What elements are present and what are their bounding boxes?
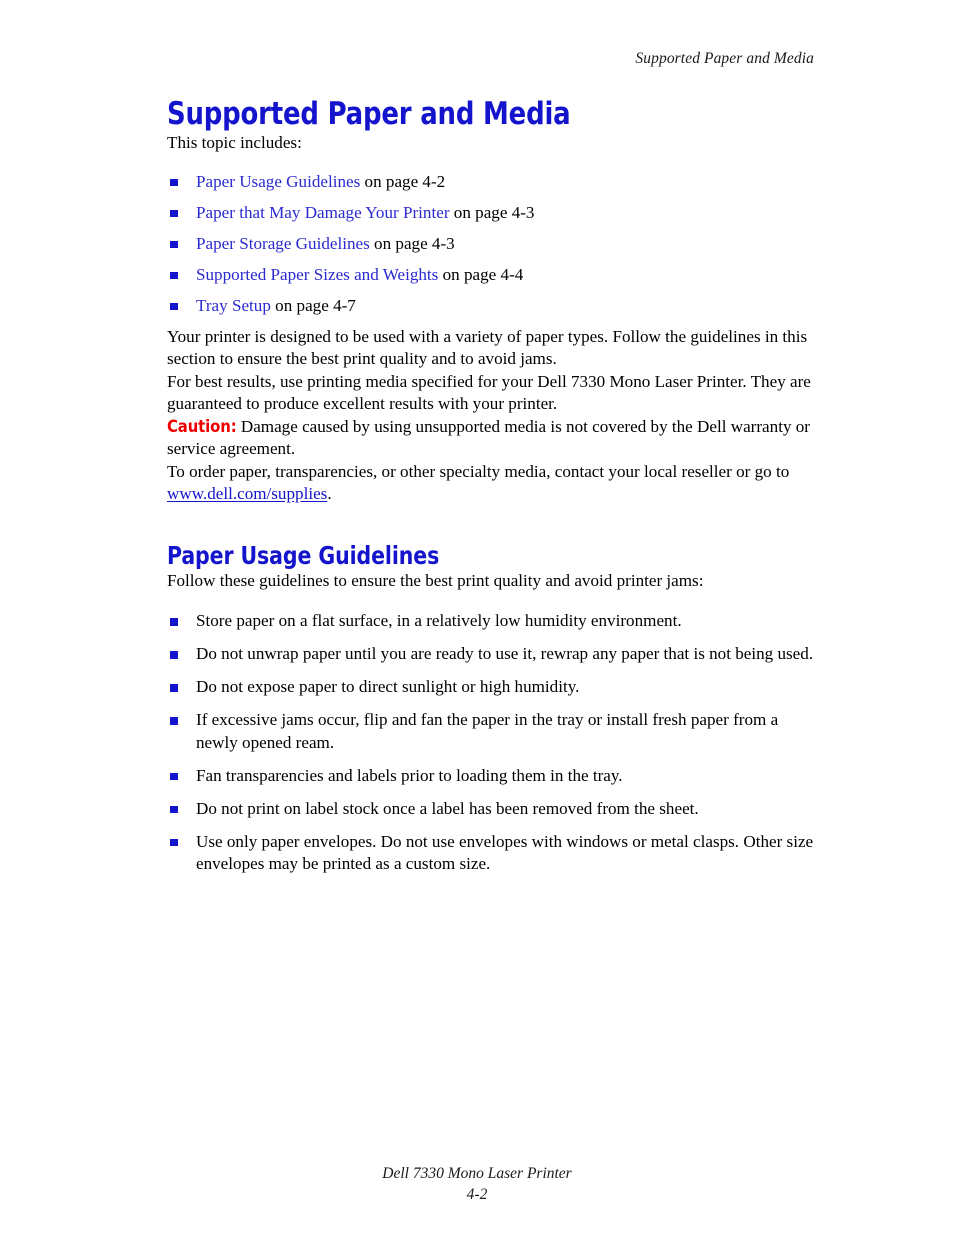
toc-link-paper-usage-guidelines[interactable]: Paper Usage Guidelines xyxy=(196,172,360,191)
list-item: Paper that May Damage Your Printer on pa… xyxy=(167,202,822,225)
guideline-text: If excessive jams occur, flip and fan th… xyxy=(196,710,779,752)
toc-link-tray-setup[interactable]: Tray Setup xyxy=(196,296,271,315)
square-bullet-icon xyxy=(170,178,178,186)
guideline-text: Do not print on label stock once a label… xyxy=(196,798,699,818)
square-bullet-icon xyxy=(170,684,178,692)
list-item: Store paper on a flat surface, in a rela… xyxy=(167,610,822,633)
toc-link-supported-paper-sizes-and-weights[interactable]: Supported Paper Sizes and Weights xyxy=(196,265,438,284)
guideline-text: Store paper on a flat surface, in a rela… xyxy=(196,611,682,630)
square-bullet-icon xyxy=(170,805,178,813)
page-content: Supported Paper and Media This topic inc… xyxy=(167,96,822,886)
toc-page-ref: on page 4-4 xyxy=(438,264,524,284)
list-item: If excessive jams occur, flip and fan th… xyxy=(167,709,822,754)
list-item: Do not unwrap paper until you are ready … xyxy=(167,643,822,666)
list-item: Do not expose paper to direct sunlight o… xyxy=(167,676,822,699)
intro-paragraph-1: Your printer is designed to be used with… xyxy=(167,326,808,369)
square-bullet-icon xyxy=(170,838,178,846)
document-page: Supported Paper and Media Supported Pape… xyxy=(0,0,954,1235)
list-item: Tray Setup on page 4-7 xyxy=(167,295,822,318)
list-item: Do not print on label stock once a label… xyxy=(167,798,822,821)
page-footer: Dell 7330 Mono Laser Printer 4-2 xyxy=(0,1163,954,1205)
list-item: Supported Paper Sizes and Weights on pag… xyxy=(167,264,822,287)
guideline-text: Do not unwrap paper until you are ready … xyxy=(196,644,814,663)
list-item: Paper Storage Guidelines on page 4-3 xyxy=(167,233,822,256)
toc-page-ref: on page 4-7 xyxy=(270,295,356,315)
section-intro-paragraph: Follow these guidelines to ensure the be… xyxy=(167,570,704,590)
running-header: Supported Paper and Media xyxy=(635,50,814,67)
section-heading-paper-usage-guidelines: Paper Usage Guidelines xyxy=(167,540,440,570)
square-bullet-icon xyxy=(170,717,178,725)
toc-link-paper-storage-guidelines[interactable]: Paper Storage Guidelines xyxy=(196,234,370,253)
footer-page-number: 4-2 xyxy=(466,1186,488,1203)
caution-paragraph: Caution: Damage caused by using unsuppor… xyxy=(167,416,822,461)
square-bullet-icon xyxy=(170,209,178,217)
list-item: Paper Usage Guidelines on page 4-2 xyxy=(167,171,822,194)
guideline-text: Do not expose paper to direct sunlight o… xyxy=(196,677,580,696)
list-item: Fan transparencies and labels prior to l… xyxy=(167,765,822,788)
topic-includes-label: This topic includes: xyxy=(167,133,302,152)
toc-link-paper-that-may-damage-your-printer[interactable]: Paper that May Damage Your Printer xyxy=(196,203,450,222)
intro-paragraph-2: For best results, use printing media spe… xyxy=(167,371,811,414)
guideline-text: Fan transparencies and labels prior to l… xyxy=(196,765,623,785)
order-media-paragraph: To order paper, transparencies, or other… xyxy=(167,461,822,506)
dell-supplies-link[interactable]: www.dell.com/supplies xyxy=(167,484,327,503)
square-bullet-icon xyxy=(170,772,178,780)
paper-usage-guidelines-section: Paper Usage Guidelines Follow these guid… xyxy=(167,540,822,876)
square-bullet-icon xyxy=(170,618,178,626)
order-media-trailing-punctuation: . xyxy=(327,484,332,503)
square-bullet-icon xyxy=(170,240,178,248)
toc-page-ref: on page 4-3 xyxy=(449,202,535,222)
toc-page-ref: on page 4-3 xyxy=(369,233,455,253)
square-bullet-icon xyxy=(170,271,178,279)
paper-usage-guidelines-list: Store paper on a flat surface, in a rela… xyxy=(167,610,822,876)
square-bullet-icon xyxy=(170,302,178,310)
square-bullet-icon xyxy=(170,651,178,659)
table-of-contents-list: Paper Usage Guidelines on page 4-2 Paper… xyxy=(167,171,822,318)
list-item: Use only paper envelopes. Do not use env… xyxy=(167,831,822,876)
caution-label: Caution: xyxy=(167,416,237,436)
toc-page-ref: on page 4-2 xyxy=(360,171,446,191)
guideline-text: Use only paper envelopes. Do not use env… xyxy=(196,831,814,874)
footer-product-name: Dell 7330 Mono Laser Printer xyxy=(382,1165,572,1182)
order-media-lead-text: To order paper, transparencies, or other… xyxy=(167,461,790,481)
caution-text: Damage caused by using unsupported media… xyxy=(167,416,811,459)
page-title: Supported Paper and Media xyxy=(167,96,571,132)
